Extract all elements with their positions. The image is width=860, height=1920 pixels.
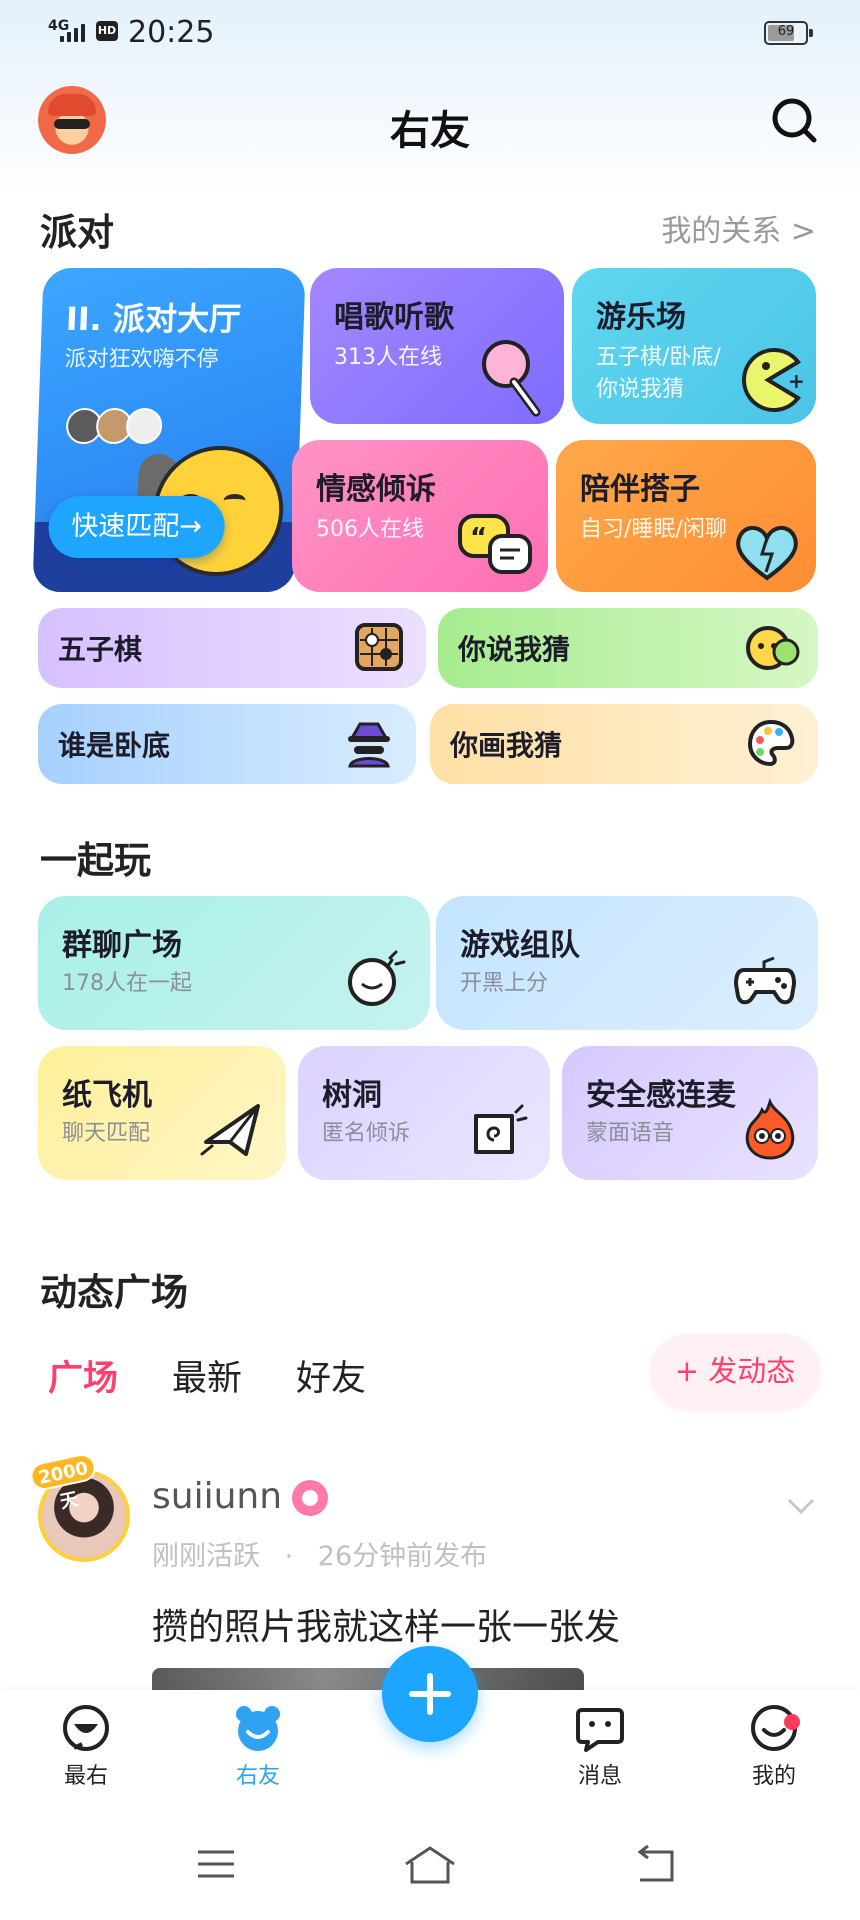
card-subtitle: 聊天匹配 xyxy=(62,1121,151,1146)
nav-label: 消息 xyxy=(577,1764,622,1789)
play-together-title: 一起玩 xyxy=(40,839,151,882)
svg-text:+: + xyxy=(788,369,805,393)
hd-badge: HD xyxy=(96,21,118,41)
tree-hole-card[interactable]: 树洞 匿名倾诉 xyxy=(298,1046,550,1180)
nav-label: 最右 xyxy=(63,1764,108,1789)
nav-label: 我的 xyxy=(751,1764,796,1789)
group-chat-square-card[interactable]: 群聊广场 178人在一起 xyxy=(38,896,430,1030)
signal-icon xyxy=(60,24,90,42)
playground-card[interactable]: 游乐场 五子棋/卧底/ 你说我猜 + xyxy=(572,268,816,424)
post-text: 攒的照片我就这样一张一张发 xyxy=(152,1607,621,1648)
gomoku-pill[interactable]: 五子棋 xyxy=(38,608,426,688)
pill-title: 你说我猜 xyxy=(458,633,571,666)
card-subtitle: 五子棋/卧底/ 你说我猜 xyxy=(596,345,721,402)
spy-icon xyxy=(344,718,394,768)
nav-item-zuiyou[interactable]: 最右 xyxy=(26,1702,146,1790)
microphone-icon xyxy=(478,338,548,422)
clock: 20:25 xyxy=(128,15,215,50)
home-icon[interactable] xyxy=(400,1840,460,1890)
card-title: 树洞 xyxy=(322,1078,382,1113)
nav-item-youyou[interactable]: 右友 xyxy=(198,1702,318,1790)
my-relations-link[interactable]: 我的关系 > xyxy=(661,206,816,250)
game-team-card[interactable]: 游戏组队 开黑上分 xyxy=(436,896,818,1030)
partner-card[interactable]: 陪伴搭子 自习/睡眠/闲聊 xyxy=(556,440,816,592)
create-button[interactable] xyxy=(382,1646,478,1742)
guess-emoji-icon xyxy=(746,622,800,672)
card-subtitle: 178人在一起 xyxy=(62,971,192,996)
notification-dot xyxy=(784,1714,800,1730)
chevron-down-icon[interactable] xyxy=(786,1496,816,1516)
card-title: 安全感连麦 xyxy=(586,1078,736,1113)
lobby-member-avatars xyxy=(65,408,163,444)
card-title: 情感倾诉 xyxy=(316,472,436,507)
status-bar: 4G HD 20:25 69 xyxy=(0,0,860,66)
bear-icon xyxy=(232,1702,284,1754)
paper-plane-card[interactable]: 纸飞机 聊天匹配 xyxy=(38,1046,286,1180)
card-title: 群聊广场 xyxy=(62,928,182,963)
pill-title: 你画我猜 xyxy=(450,729,563,762)
nav-item-me[interactable]: 我的 xyxy=(714,1702,834,1790)
card-title: 纸飞机 xyxy=(62,1078,152,1113)
card-title: 陪伴搭子 xyxy=(580,472,700,507)
svg-text:“: “ xyxy=(470,523,487,553)
menu-icon[interactable] xyxy=(186,1840,246,1890)
lobby-subtitle: 派对狂欢嗨不停 xyxy=(64,347,219,372)
emotion-card[interactable]: 情感倾诉 506人在线 “ xyxy=(292,440,548,592)
post-meta: 刚刚活跃 · 26分钟前发布 xyxy=(152,1534,487,1573)
battery-icon: 69 xyxy=(764,21,813,45)
group-chat-icon xyxy=(346,950,408,1012)
party-section-title: 派对 xyxy=(40,211,114,254)
who-is-spy-pill[interactable]: 谁是卧底 xyxy=(38,704,416,784)
tree-stump-icon xyxy=(468,1102,528,1162)
pacman-icon: + xyxy=(736,348,806,416)
card-title: 游乐场 xyxy=(596,300,686,335)
secure-voice-card[interactable]: 安全感连麦 蒙面语音 xyxy=(562,1046,818,1180)
palette-icon xyxy=(746,718,796,768)
gomoku-board-icon xyxy=(354,622,404,672)
quick-match-button[interactable]: 快速匹配→ xyxy=(47,496,226,558)
party-lobby-card[interactable]: II. 派对大厅 派对狂欢嗨不停 快速匹配→ xyxy=(32,268,306,592)
active-status: 刚刚活跃 xyxy=(152,1541,260,1572)
paper-plane-icon xyxy=(200,1102,264,1162)
you-draw-i-guess-pill[interactable]: 你画我猜 xyxy=(430,704,818,784)
card-subtitle: 自习/睡眠/闲聊 xyxy=(580,517,727,542)
heart-icon xyxy=(732,522,802,586)
card-subtitle: 506人在线 xyxy=(316,517,424,542)
chat-icon xyxy=(574,1702,626,1754)
tab-square[interactable]: 广场 xyxy=(48,1350,118,1401)
post-moment-button[interactable]: + 发动态 xyxy=(650,1334,820,1408)
back-icon[interactable] xyxy=(626,1840,686,1890)
feed-section-title: 动态广场 xyxy=(40,1271,188,1314)
you-say-i-guess-pill[interactable]: 你说我猜 xyxy=(438,608,818,688)
card-subtitle: 匿名倾诉 xyxy=(322,1121,411,1146)
post-time: 26分钟前发布 xyxy=(317,1541,488,1572)
tab-friends[interactable]: 好友 xyxy=(296,1350,366,1401)
card-title: 游戏组队 xyxy=(460,928,580,963)
speech-bubbles-icon: “ xyxy=(456,512,536,582)
system-nav-bar xyxy=(0,1810,860,1920)
gamepad-icon xyxy=(733,954,797,1012)
sing-card[interactable]: 唱歌听歌 313人在线 xyxy=(310,268,564,424)
card-subtitle: 开黑上分 xyxy=(460,971,549,996)
page-title: 右友 xyxy=(390,108,470,154)
card-title: 唱歌听歌 xyxy=(334,300,454,335)
lobby-title: II. 派对大厅 xyxy=(65,300,242,338)
verified-icon xyxy=(292,1480,328,1516)
face-icon xyxy=(60,1702,112,1754)
post-username[interactable]: suiiunn xyxy=(152,1476,282,1517)
flame-mask-icon xyxy=(740,1097,800,1166)
nav-item-messages[interactable]: 消息 xyxy=(540,1702,660,1790)
pill-title: 谁是卧底 xyxy=(58,729,171,762)
tab-latest[interactable]: 最新 xyxy=(172,1350,242,1401)
card-subtitle: 蒙面语音 xyxy=(586,1121,675,1146)
search-icon[interactable] xyxy=(770,96,818,144)
pill-title: 五子棋 xyxy=(58,633,143,666)
meta-separator: · xyxy=(284,1541,294,1572)
battery-level: 69 xyxy=(777,24,795,39)
card-subtitle: 313人在线 xyxy=(334,345,442,370)
nav-label: 右友 xyxy=(235,1764,280,1789)
